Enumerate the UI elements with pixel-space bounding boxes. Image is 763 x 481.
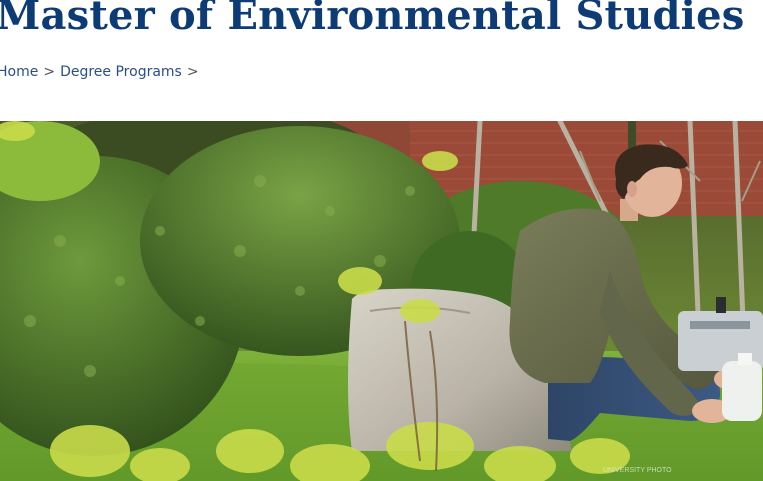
hero-photo-illustration: UNIVERSITY PHOTO <box>0 121 763 481</box>
breadcrumb-home-link[interactable]: Home <box>0 64 38 80</box>
page: Master of Environmental Studies Home > Deg… <box>0 0 763 481</box>
hero-image: UNIVERSITY PHOTO <box>0 121 763 481</box>
breadcrumb-separator: > <box>43 64 56 80</box>
page-title: Master of Environmental Studies <box>0 0 745 39</box>
breadcrumb: Home > Degree Programs > <box>0 62 204 82</box>
breadcrumb-degree-programs-link[interactable]: Degree Programs <box>60 64 182 80</box>
breadcrumb-separator: > <box>186 64 199 80</box>
photo-credit: UNIVERSITY PHOTO <box>603 467 672 474</box>
